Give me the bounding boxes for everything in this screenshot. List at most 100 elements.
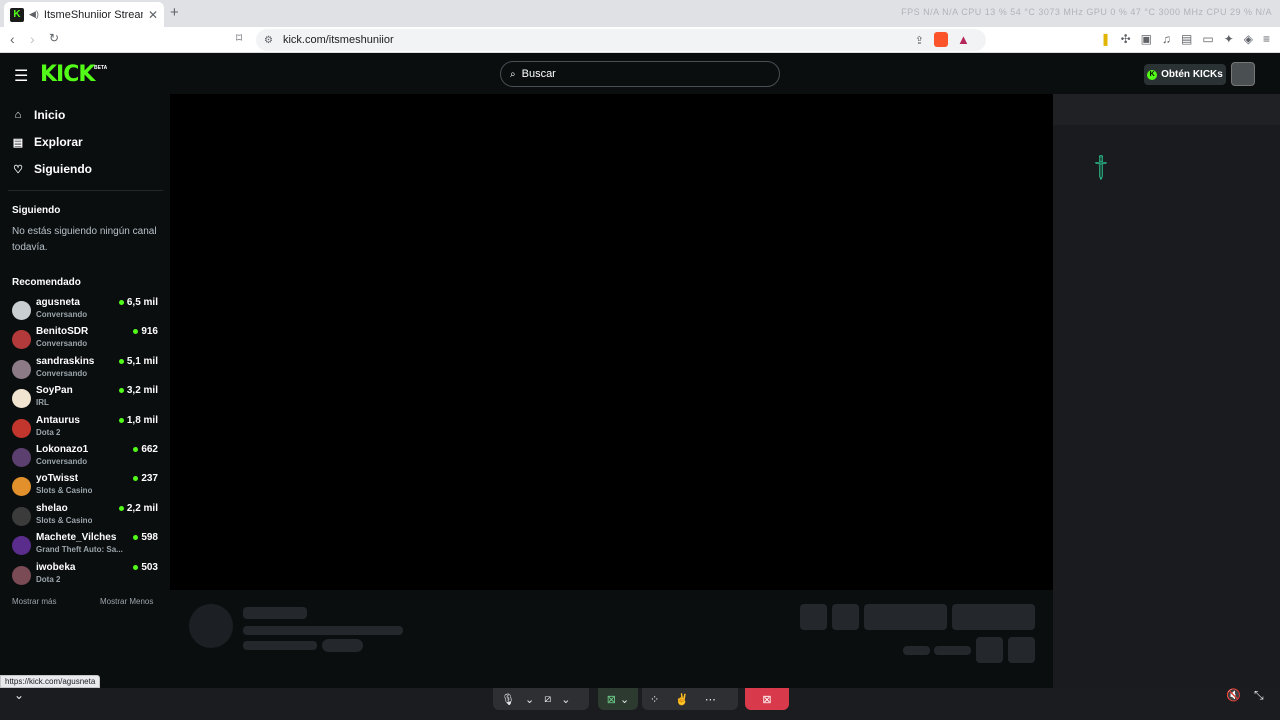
more-options-icon[interactable]: ⋯ — [705, 693, 716, 706]
kick-logo[interactable]: KICK — [40, 62, 95, 87]
channel-name: sandraskins — [36, 355, 95, 367]
camera-off-icon[interactable]: ⧄ — [544, 693, 551, 706]
viewer-count-value: 598 — [141, 532, 158, 544]
channel-avatar — [12, 359, 31, 379]
bookmark-icon[interactable]: ⌑ — [236, 31, 242, 45]
browser-tab[interactable]: K ◀) ItsmeShuniior Stream - Watch ✕ — [4, 2, 164, 27]
live-dot-icon — [133, 476, 139, 482]
chevron-down-icon[interactable]: ⌄ — [525, 693, 534, 706]
viewer-count-value: 916 — [141, 326, 158, 338]
speaker-icon[interactable]: ◀) — [29, 9, 39, 20]
stop-share-icon: ⊠ — [762, 693, 772, 706]
live-dot-icon — [118, 300, 124, 305]
action-button-skeleton — [832, 604, 859, 630]
stat-skeleton — [934, 646, 971, 655]
channel-category: Conversando — [36, 368, 88, 378]
viewer-count-value: 6,5 mil — [126, 297, 158, 308]
recommended-channel[interactable]: SoyPan IRL 3,2 mil — [12, 384, 162, 413]
stat-skeleton — [903, 646, 930, 655]
channel-name: iwobeka — [36, 561, 76, 573]
sidebar-item-label: Explorar — [34, 135, 83, 149]
recommended-channel[interactable]: agusneta Conversando 6,5 mil — [12, 296, 162, 325]
live-dot-icon — [118, 417, 124, 423]
channel-name: Antaurus — [36, 414, 80, 426]
brave-rewards-icon[interactable]: ▲ — [957, 32, 970, 47]
search-input[interactable]: ⌕ Buscar — [500, 61, 780, 87]
extension-icon[interactable]: ❚ — [1101, 32, 1111, 46]
recommended-section-title: Recomendado — [12, 277, 81, 288]
channel-name-skeleton — [243, 607, 307, 619]
channel-category: Conversando — [36, 456, 88, 466]
channel-name: Machete_Vilches — [36, 532, 117, 544]
viewer-count: 598 — [133, 532, 158, 543]
recommended-channel[interactable]: iwobeka Dota 2 503 — [12, 561, 162, 590]
search-placeholder: Buscar — [521, 68, 556, 80]
screenshot-icon[interactable]: ▣ — [1141, 32, 1152, 46]
puzzle-icon[interactable]: ✣ — [1121, 32, 1131, 46]
chevron-down-icon[interactable]: ⌄ — [561, 693, 570, 706]
channel-name: shelao — [36, 502, 68, 514]
recommended-channel[interactable]: Machete_Vilches Grand Theft Auto: Sa... … — [12, 531, 162, 560]
brave-shields-icon[interactable] — [934, 32, 948, 47]
recommended-channel[interactable]: shelao Slots & Casino 2,2 mil — [12, 502, 162, 531]
user-avatar[interactable] — [1231, 62, 1255, 86]
reload-icon[interactable]: ↻ — [49, 31, 59, 45]
recommended-channel[interactable]: BenitoSDR Conversando 916 — [12, 325, 162, 354]
stop-sharing-button[interactable]: ⊠ — [745, 688, 789, 710]
show-less-link[interactable]: Mostrar Menos — [100, 597, 153, 606]
recommended-channel[interactable]: Lokonazo1 Conversando 662 — [12, 443, 162, 472]
forward-icon[interactable]: › — [30, 31, 35, 47]
tab-title: ItsmeShuniior Stream - Watch — [43, 8, 143, 21]
present-screen-icon: ⊠ — [606, 693, 616, 706]
sidebar-toggle-icon[interactable]: ▤ — [1181, 32, 1192, 46]
live-dot-icon — [133, 329, 139, 335]
recommended-channel[interactable]: yoTwisst Slots & Casino 237 — [12, 472, 162, 501]
exit-fullscreen-icon[interactable]: ⤡ — [1254, 688, 1264, 703]
back-icon[interactable]: ‹ — [10, 31, 15, 47]
following-section-title: Siguiendo — [12, 205, 61, 216]
get-kicks-label: Obtén KICKs — [1161, 69, 1223, 80]
browse-icon: ▤ — [12, 136, 24, 149]
wallet-icon[interactable]: ▭ — [1202, 32, 1213, 46]
new-tab-button[interactable]: + — [170, 4, 179, 21]
present-button[interactable]: ⊠ ⌄ — [598, 688, 638, 710]
microphone-icon[interactable]: 🎙 — [501, 693, 515, 706]
recommended-channel[interactable]: Antaurus Dota 2 1,8 mil — [12, 414, 162, 443]
live-dot-icon — [118, 358, 124, 364]
sidebar-item-explorar[interactable]: ▤ Explorar — [12, 135, 83, 149]
share-icon[interactable]: ⇪ — [915, 34, 924, 47]
viewer-count: 6,5 mil — [118, 297, 158, 308]
address-bar[interactable]: ⚙ kick.com/itsmeshuniior ⇪ — [256, 29, 986, 51]
mute-tab-icon[interactable]: 🔇 — [1226, 688, 1241, 702]
follow-button-skeleton — [864, 604, 947, 630]
hamburger-menu-icon[interactable]: ☰ — [14, 66, 28, 86]
sidebar-item-label: Siguiendo — [34, 162, 92, 176]
subscribe-button-skeleton — [952, 604, 1035, 630]
apps-icon[interactable]: ⁘ — [650, 693, 659, 706]
kick-favicon-icon: K — [10, 7, 24, 22]
show-more-link[interactable]: Mostrar más — [12, 597, 56, 606]
site-info-icon[interactable]: ⚙ — [264, 35, 273, 46]
live-dot-icon — [118, 388, 124, 394]
get-kicks-button[interactable]: K Obtén KICKs — [1144, 64, 1226, 85]
channel-avatar — [12, 418, 31, 438]
channel-category: Slots & Casino — [36, 515, 93, 525]
video-player[interactable] — [170, 94, 1053, 590]
tab-close-icon[interactable]: ✕ — [148, 8, 158, 22]
channel-name: agusneta — [36, 297, 80, 308]
music-icon[interactable]: ♫ — [1162, 32, 1171, 46]
sidebar-item-inicio[interactable]: ⌂ Inicio — [12, 108, 66, 122]
menu-icon[interactable]: ≡ — [1263, 32, 1270, 46]
reactions-icon[interactable]: ✌ — [675, 693, 689, 706]
vpn-icon[interactable]: ◈ — [1244, 32, 1253, 46]
category-skeleton — [243, 641, 317, 650]
live-dot-icon — [133, 564, 139, 570]
leo-ai-icon[interactable]: ✦ — [1224, 32, 1234, 46]
recommended-channel[interactable]: sandraskins Conversando 5,1 mil — [12, 355, 162, 384]
sidebar-item-siguiendo[interactable]: ♡ Siguiendo — [12, 162, 92, 176]
channel-name: yoTwisst — [36, 473, 79, 485]
collapse-chevron-icon[interactable]: ⌄ — [14, 688, 24, 702]
channel-avatar — [12, 536, 31, 556]
heart-icon: ♡ — [13, 163, 23, 176]
beta-badge: BETA — [94, 65, 108, 71]
